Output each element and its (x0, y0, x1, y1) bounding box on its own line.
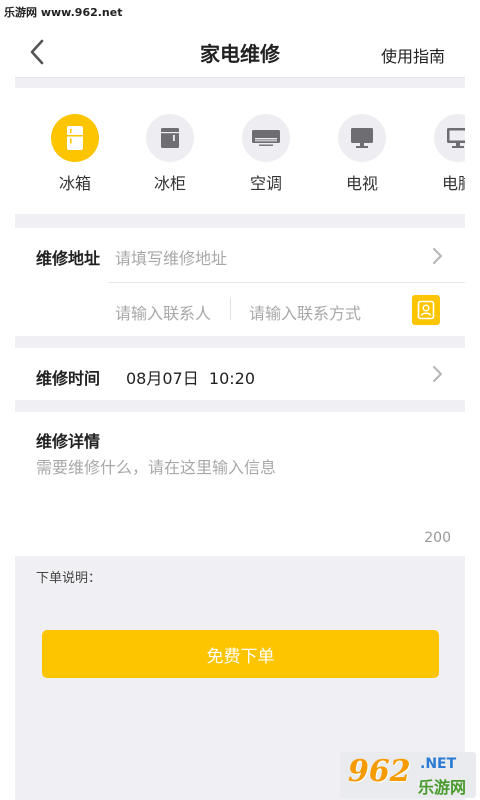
time-value: 08月07日 10:20 (126, 369, 256, 388)
category-label: 电脑 (441, 174, 465, 193)
divider (108, 282, 465, 283)
contact-name-input[interactable]: 请输入联系人 (115, 300, 211, 324)
address-section: 维修地址 请填写维修地址 请输入联系人 请输入联系方式 (15, 228, 465, 336)
tv-icon (351, 128, 373, 148)
chevron-left-icon (30, 39, 44, 65)
fridge-icon (67, 126, 83, 150)
address-label: 维修地址 (36, 249, 101, 268)
computer-icon (447, 128, 465, 148)
chevron-right-icon (433, 366, 442, 382)
detail-textarea[interactable]: 需要维修什么，请在这里输入信息 (36, 454, 276, 478)
category-bar: 冰箱 冰柜 空调 电视 电 (15, 88, 465, 214)
order-note: 下单说明： (36, 571, 102, 586)
char-counter: 200 (424, 530, 451, 546)
watermark-logo: 962 .NET 乐游网 (340, 752, 476, 798)
divider (230, 298, 231, 320)
nav-bar: 家电维修 使用指南 (15, 26, 465, 78)
time-label: 维修时间 (36, 369, 101, 388)
category-label: 空调 (249, 174, 282, 193)
category-label: 电视 (345, 174, 378, 193)
watermark-number: 962 (348, 754, 411, 789)
category-fridge[interactable]: 冰箱 (45, 114, 105, 194)
category-freezer[interactable]: 冰柜 (140, 114, 200, 194)
contact-book-icon (417, 300, 435, 320)
category-tv[interactable]: 电视 (332, 114, 392, 194)
contact-book-button[interactable] (412, 295, 440, 325)
back-button[interactable] (21, 34, 55, 70)
app-screen: 家电维修 使用指南 冰箱 冰柜 空调 电视 电 维修地址 请填写维修地址 请输入… (15, 26, 465, 800)
chevron-right-icon (433, 248, 442, 264)
contact-phone-input[interactable]: 请输入联系方式 (249, 300, 361, 324)
watermark-cn: 乐游网 (418, 778, 467, 797)
watermark-net: .NET (420, 756, 457, 772)
site-watermark: 乐游网 www.962.net (4, 6, 123, 19)
detail-section: 维修详情 需要维修什么，请在这里输入信息 200 (15, 412, 465, 556)
air-conditioner-icon (252, 130, 280, 146)
category-label: 冰柜 (153, 174, 186, 193)
detail-label: 维修详情 (36, 432, 101, 451)
guide-link[interactable]: 使用指南 (381, 43, 445, 67)
category-computer[interactable]: 电脑 (428, 114, 465, 194)
freezer-icon (161, 128, 179, 148)
time-row[interactable]: 维修时间 08月07日 10:20 (15, 348, 465, 400)
submit-order-button[interactable]: 免费下单 (42, 630, 439, 678)
category-label: 冰箱 (58, 174, 91, 193)
address-input[interactable]: 请填写维修地址 (115, 245, 227, 269)
category-air-conditioner[interactable]: 空调 (236, 114, 296, 194)
